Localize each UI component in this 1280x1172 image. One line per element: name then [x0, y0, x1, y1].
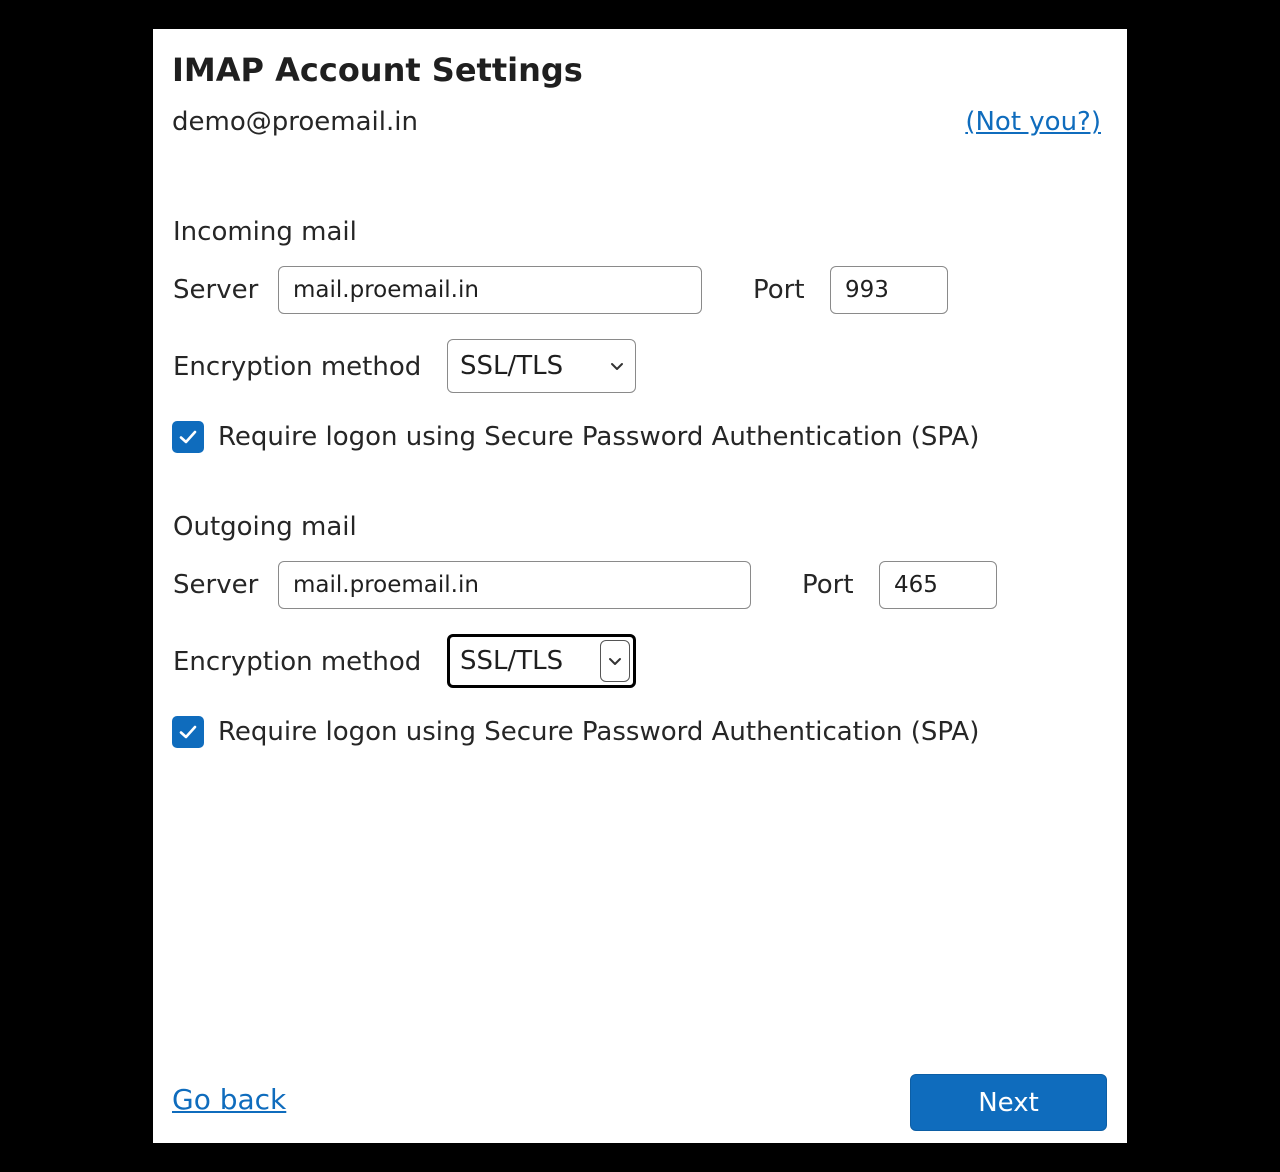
incoming-spa-label: Require logon using Secure Password Auth…: [218, 422, 980, 452]
checkmark-icon: [179, 430, 197, 444]
outgoing-port-input[interactable]: 465: [879, 561, 997, 609]
account-email: demo@proemail.in: [172, 107, 418, 137]
incoming-encryption-value: SSL/TLS: [460, 351, 564, 381]
dialog-title: IMAP Account Settings: [172, 51, 583, 89]
not-you-link[interactable]: (Not you?): [965, 107, 1101, 137]
incoming-port-label: Port: [753, 275, 805, 305]
incoming-encryption-label: Encryption method: [173, 352, 422, 382]
outgoing-encryption-dropdown-button[interactable]: [600, 640, 630, 682]
incoming-mail-heading: Incoming mail: [173, 217, 357, 247]
outgoing-spa-checkbox[interactable]: [172, 716, 204, 748]
outgoing-encryption-select[interactable]: SSL/TLS: [447, 634, 636, 688]
checkmark-icon: [179, 725, 197, 739]
incoming-server-input[interactable]: mail.proemail.in: [278, 266, 702, 314]
chevron-down-icon: [611, 363, 623, 370]
outgoing-port-label: Port: [802, 570, 854, 600]
outgoing-encryption-label: Encryption method: [173, 647, 422, 677]
incoming-spa-checkbox[interactable]: [172, 421, 204, 453]
incoming-port-input[interactable]: 993: [830, 266, 948, 314]
go-back-link[interactable]: Go back: [172, 1083, 286, 1116]
incoming-encryption-select[interactable]: SSL/TLS: [447, 339, 636, 393]
incoming-server-label: Server: [173, 275, 259, 305]
chevron-down-icon: [609, 658, 621, 665]
outgoing-server-input[interactable]: mail.proemail.in: [278, 561, 751, 609]
outgoing-server-label: Server: [173, 570, 259, 600]
outgoing-encryption-value: SSL/TLS: [460, 646, 564, 676]
outgoing-spa-label: Require logon using Secure Password Auth…: [218, 717, 980, 747]
imap-settings-dialog: IMAP Account Settings demo@proemail.in (…: [153, 29, 1127, 1143]
outgoing-mail-heading: Outgoing mail: [173, 512, 357, 542]
next-button[interactable]: Next: [910, 1074, 1107, 1131]
